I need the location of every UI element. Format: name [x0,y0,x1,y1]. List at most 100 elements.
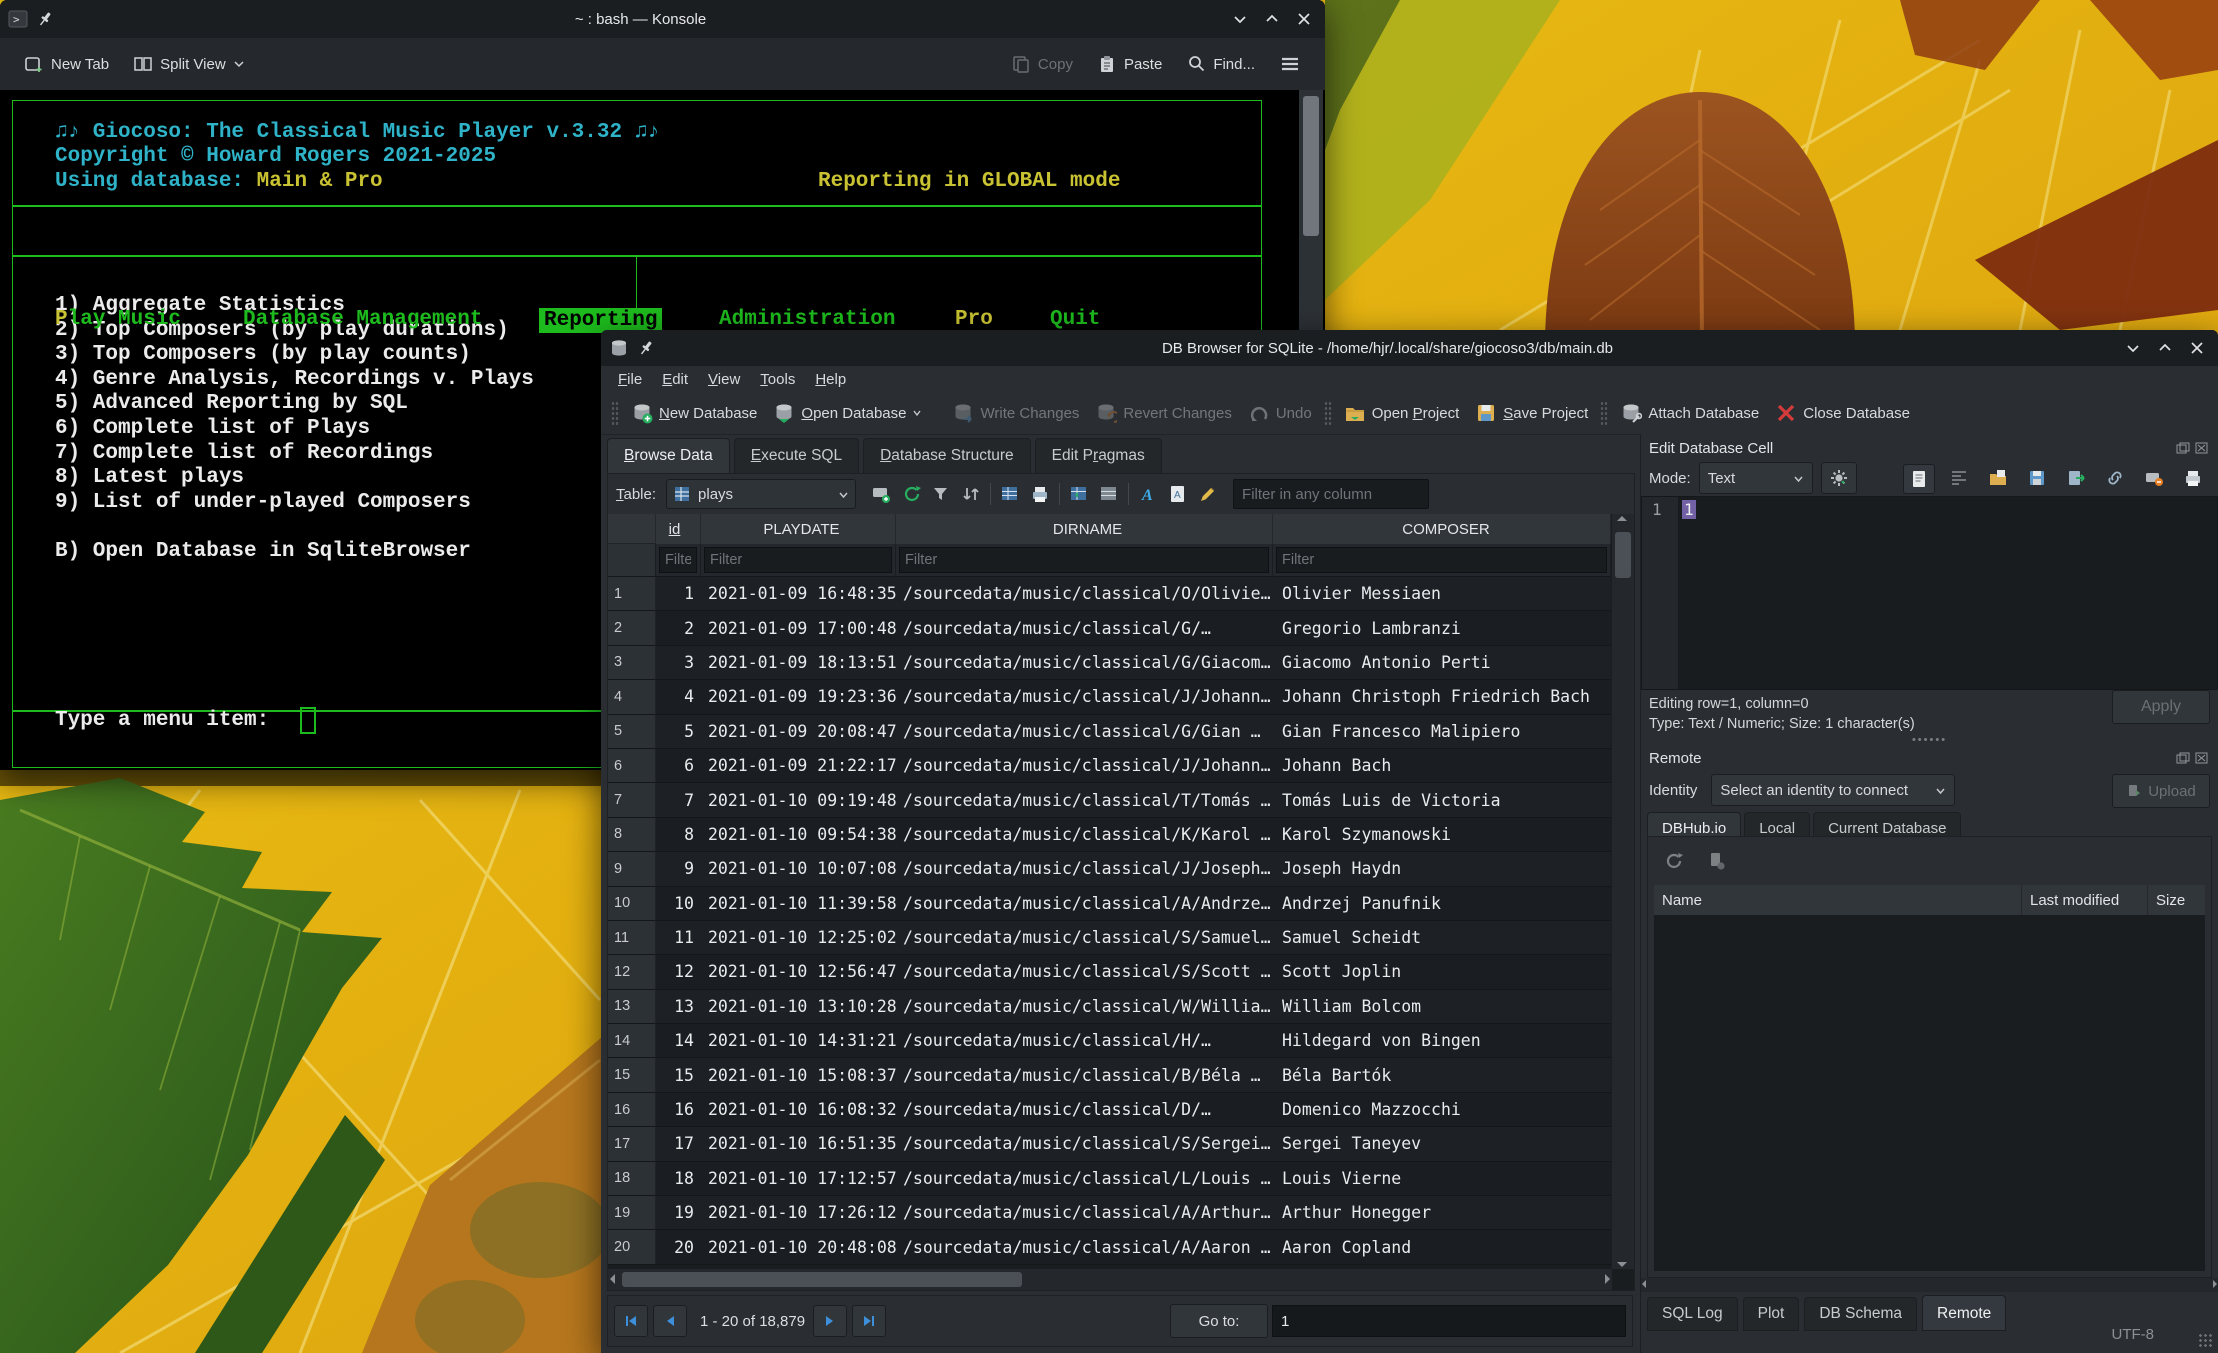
open-project-button[interactable]: Open Project [1336,397,1468,429]
cell-playdate[interactable]: 2021-01-09 21:22:17 [701,749,896,783]
save-table-button[interactable] [995,480,1025,508]
split-view-button[interactable]: Split View [125,48,253,80]
toolbar-handle[interactable] [611,401,619,425]
table-row[interactable]: 17172021-01-10 16:51:35/sourcedata/music… [608,1127,1611,1161]
cell-id[interactable]: 3 [656,646,701,680]
close-database-button[interactable]: Close Database [1767,397,1918,429]
first-page-button[interactable] [614,1305,648,1337]
vertical-scrollbar[interactable] [1611,514,1634,1269]
encoding-button[interactable]: A [1163,480,1193,508]
maximize-icon[interactable] [1259,7,1285,31]
cell-dirname[interactable]: /sourcedata/music/classical/W/Willia… [896,990,1273,1024]
table-row[interactable]: 992021-01-10 10:07:08/sourcedata/music/c… [608,852,1611,886]
tab-execute-sql[interactable]: Execute SQL [734,438,859,474]
table-row[interactable]: 882021-01-10 09:54:38/sourcedata/music/c… [608,818,1611,852]
table-row[interactable]: 12122021-01-10 12:56:47/sourcedata/music… [608,955,1611,989]
insert-record-button[interactable] [866,480,896,508]
cell-id[interactable]: 13 [656,990,701,1024]
giocoso-menu-quit[interactable]: Quit [1050,308,1100,331]
cell-playdate[interactable]: 2021-01-10 13:10:28 [701,990,896,1024]
cell-dirname[interactable]: /sourcedata/music/classical/A/Andrze… [896,887,1273,921]
cell-composer[interactable]: William Bolcom [1273,990,1611,1024]
column-header-composer[interactable]: COMPOSER [1273,514,1611,544]
giocoso-menu-database-management[interactable]: Database Management [243,308,482,331]
undo-button[interactable]: Undo [1240,397,1320,429]
float-panel-icon[interactable] [2174,750,2192,766]
cell-composer[interactable]: Scott Joplin [1273,955,1611,989]
maximize-icon[interactable] [2152,336,2178,360]
cell-id[interactable]: 15 [656,1058,701,1092]
konsole-titlebar[interactable]: > ~ : bash — Konsole [0,0,1325,38]
horizontal-scrollbar[interactable] [608,1268,1612,1290]
cell-dirname[interactable]: /sourcedata/music/classical/A/Arthur… [896,1196,1273,1230]
cell-playdate[interactable]: 2021-01-10 09:19:48 [701,783,896,817]
cell-composer[interactable]: Johann Christoph Friedrich Bach [1273,680,1611,714]
cell-playdate[interactable]: 2021-01-10 16:51:35 [701,1127,896,1161]
find-button[interactable]: Find... [1178,48,1263,80]
dock-horizontal-scrollbar[interactable] [1641,1278,2218,1292]
table-row[interactable]: 10102021-01-10 11:39:58/sourcedata/music… [608,887,1611,921]
dock-tab-sql-log[interactable]: SQL Log [1647,1297,1738,1331]
table-row[interactable]: 662021-01-09 21:22:17/sourcedata/music/c… [608,749,1611,783]
dbbrowser-titlebar[interactable]: DB Browser for SQLite - /home/hjr/.local… [601,330,2218,366]
export-data-button[interactable] [2061,464,2091,492]
menu-view[interactable]: View [699,369,749,390]
hamburger-menu-button[interactable] [1271,48,1309,80]
cell-playdate[interactable]: 2021-01-10 17:26:12 [701,1196,896,1230]
cell-playdate[interactable]: 2021-01-10 20:48:08 [701,1230,896,1264]
last-page-button[interactable] [852,1305,886,1337]
cell-composer[interactable]: Domenico Mazzocchi [1273,1093,1611,1127]
cell-dirname[interactable]: /sourcedata/music/classical/J/Johann… [896,680,1273,714]
cell-id[interactable]: 16 [656,1093,701,1127]
print-records-button[interactable] [1025,480,1055,508]
cell-dirname[interactable]: /sourcedata/music/classical/A/Aaron … [896,1230,1273,1264]
mode-select[interactable]: Text [1699,462,1813,494]
giocoso-menu-pro[interactable]: Pro [955,308,993,331]
cell-playdate[interactable]: 2021-01-10 12:25:02 [701,921,896,955]
float-panel-icon[interactable] [2174,440,2192,456]
cell-dirname[interactable]: /sourcedata/music/classical/L/Louis … [896,1162,1273,1196]
minimize-icon[interactable] [1227,7,1253,31]
cell-playdate[interactable]: 2021-01-09 19:23:36 [701,680,896,714]
cell-id[interactable]: 5 [656,715,701,749]
table-row[interactable]: 552021-01-09 20:08:47/sourcedata/music/c… [608,715,1611,749]
table-row[interactable]: 15152021-01-10 15:08:37/sourcedata/music… [608,1058,1611,1092]
panel-splitter[interactable]: •••••• [1641,734,2218,746]
giocoso-item-6[interactable]: 6) Complete list of Plays [55,417,534,442]
cell-dirname[interactable]: /sourcedata/music/classical/O/Olivie… [896,577,1273,611]
cell-playdate[interactable]: 2021-01-10 10:07:08 [701,852,896,886]
identity-select[interactable]: Select an identity to connect [1711,774,1955,806]
cell-composer[interactable]: Arthur Honegger [1273,1196,1611,1230]
table-row[interactable]: 20202021-01-10 20:48:08/sourcedata/music… [608,1230,1611,1264]
document-mode-button[interactable] [1903,464,1935,494]
cell-playdate[interactable]: 2021-01-10 15:08:37 [701,1058,896,1092]
table-row[interactable]: 442021-01-09 19:23:36/sourcedata/music/c… [608,680,1611,714]
cell-composer[interactable]: Samuel Scheidt [1273,921,1611,955]
new-row-button[interactable] [1064,480,1094,508]
filter-composer-input[interactable] [1276,547,1607,573]
cell-id[interactable]: 1 [656,577,701,611]
print-cell-button[interactable] [2178,464,2208,492]
clear-filter-button[interactable] [926,480,956,508]
tab-database-structure[interactable]: Database Structure [863,438,1031,474]
giocoso-item-9[interactable]: 9) List of under-played Composers [55,491,534,516]
menu-help[interactable]: Help [806,369,855,390]
cell-composer[interactable]: Gregorio Lambranzi [1273,611,1611,645]
table-row[interactable]: 18182021-01-10 17:12:57/sourcedata/music… [608,1162,1611,1196]
close-icon[interactable] [2184,336,2210,360]
font-button[interactable]: A [1133,480,1163,508]
column-header-id[interactable]: id [656,514,701,544]
cell-composer[interactable]: Gian Francesco Malipiero [1273,715,1611,749]
cell-dirname[interactable]: /sourcedata/music/classical/K/Karol … [896,818,1273,852]
giocoso-item-3[interactable]: 3) Top Composers (by play counts) [55,343,534,368]
resize-grip[interactable] [2198,1333,2214,1349]
close-panel-icon[interactable] [2192,750,2210,766]
giocoso-item-B[interactable]: B) Open Database in SqliteBrowser [55,540,534,565]
dock-tab-remote[interactable]: Remote [1922,1295,2006,1331]
giocoso-item-7[interactable]: 7) Complete list of Recordings [55,442,534,467]
cell-dirname[interactable]: /sourcedata/music/classical/S/Samuel… [896,921,1273,955]
cell-id[interactable]: 9 [656,852,701,886]
cell-id[interactable]: 18 [656,1162,701,1196]
cell-composer[interactable]: Hildegard von Bingen [1273,1024,1611,1058]
cell-playdate[interactable]: 2021-01-10 14:31:21 [701,1024,896,1058]
